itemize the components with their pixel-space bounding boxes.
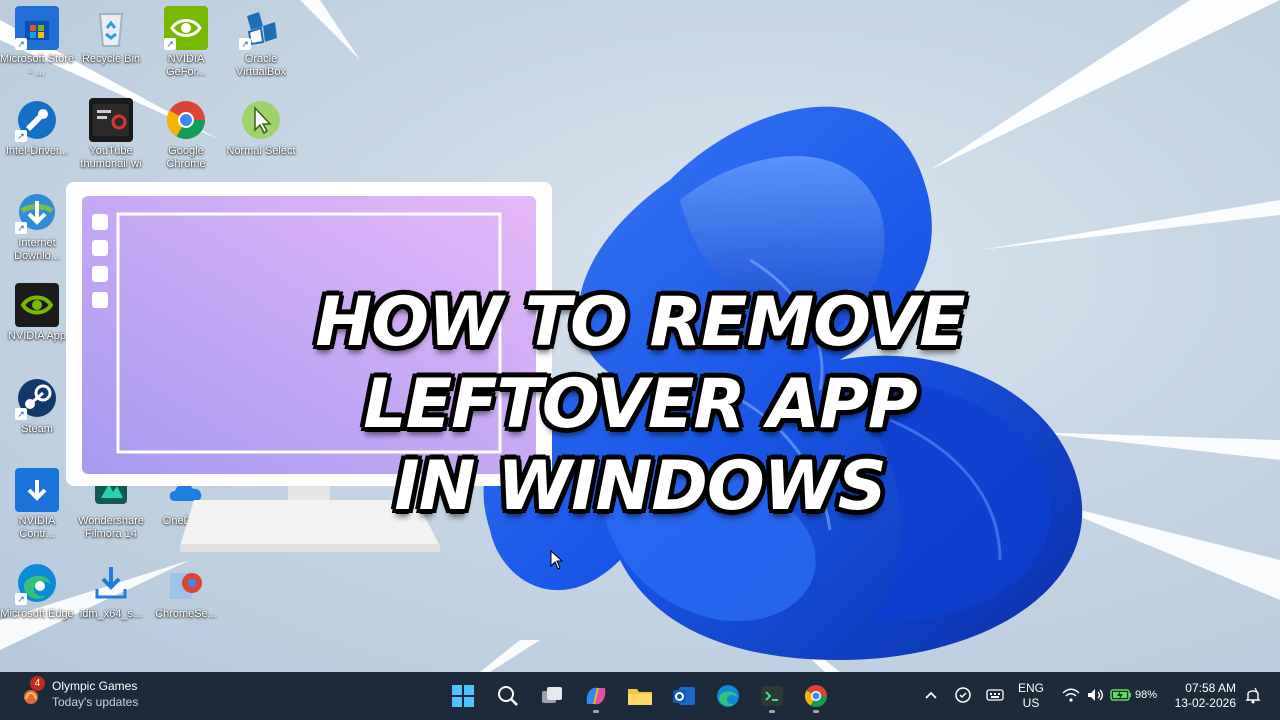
icon-label: Steam — [21, 423, 53, 435]
keyboard-icon[interactable] — [986, 687, 1004, 703]
icon-label: NVIDIA Contr... — [18, 515, 56, 540]
nvidia-app-shortcut[interactable]: NVIDIA App — [0, 283, 74, 343]
shortcut-arrow-icon: ↗ — [239, 38, 251, 50]
network-security-icon[interactable] — [954, 686, 972, 704]
icon-label: ChromeSe... — [155, 608, 217, 620]
clock[interactable]: 07:58 AM 13-02-2026 — [1172, 681, 1236, 711]
chrome-button[interactable] — [798, 678, 834, 714]
shortcut-arrow-icon: ↗ — [15, 408, 27, 420]
desktop: ↗ Microsoft Store - ... ↗ Intel-Driver..… — [0, 0, 1280, 672]
outlook-button[interactable] — [666, 678, 702, 714]
installer-download-icon — [95, 567, 127, 599]
battery-percentage: 98% — [1135, 689, 1158, 701]
notifications-bell-icon[interactable] — [1244, 686, 1262, 704]
video-title-overlay: HOW TO REMOVE LEFTOVER APP IN WINDOWS — [150, 282, 1130, 528]
chrome-setup-file[interactable]: ChromeSe... — [149, 561, 223, 621]
running-indicator — [769, 710, 775, 713]
widget-title: Olympic Games — [52, 679, 138, 693]
terminal-button[interactable] — [754, 678, 790, 714]
search-button[interactable] — [490, 678, 526, 714]
start-icon — [452, 685, 474, 707]
task-view-icon — [542, 687, 562, 703]
normal-select-cursor-file[interactable]: Normal Select — [224, 98, 298, 158]
clock-date: 13-02-2026 — [1174, 696, 1236, 710]
taskbar: 4 Olympic Games Today's updates ENG US 9… — [0, 672, 1280, 720]
nvidia-geforce-shortcut[interactable]: ↗ NVIDIA GeFor... — [149, 6, 223, 79]
icon-label: Normal Select — [226, 145, 296, 157]
cursor-file-icon — [242, 101, 280, 139]
youtube-thumbnail-file[interactable]: YouTube thumbnail wi — [74, 98, 148, 171]
edge-icon — [717, 685, 739, 707]
idm-setup-file[interactable]: idm_x64_s... — [74, 561, 148, 621]
icon-label: Google Chrome — [166, 145, 206, 170]
start-button[interactable] — [445, 678, 481, 714]
running-indicator — [813, 710, 819, 713]
file-explorer-button[interactable] — [622, 678, 658, 714]
input-language-indicator[interactable]: ENG US — [1018, 681, 1044, 711]
icon-label: Intel-Driver... — [5, 145, 69, 157]
mouse-pointer-icon — [550, 550, 564, 570]
shortcut-arrow-icon: ↗ — [15, 38, 27, 50]
title-line-2: IN WINDOWS — [394, 447, 886, 526]
icon-label: Oracle VirtualBox — [236, 53, 286, 78]
shortcut-arrow-icon: ↗ — [15, 593, 27, 605]
show-hidden-icons-chevron-icon[interactable] — [924, 689, 938, 701]
recycle-bin-shortcut[interactable]: Recycle Bin — [74, 6, 148, 66]
clock-time: 07:58 AM — [1185, 681, 1236, 695]
task-view-button[interactable] — [534, 678, 570, 714]
oracle-virtualbox-shortcut[interactable]: ↗ Oracle VirtualBox — [224, 6, 298, 79]
wifi-icon[interactable] — [1062, 687, 1080, 703]
file-explorer-icon — [628, 689, 652, 705]
chrome-icon — [805, 685, 827, 707]
copilot-button[interactable] — [578, 678, 614, 714]
widget-subtitle: Today's updates — [52, 695, 139, 709]
icon-label: NVIDIA App — [7, 330, 67, 342]
shortcut-arrow-icon: ↗ — [164, 38, 176, 50]
volume-icon[interactable] — [1086, 687, 1104, 703]
edge-button[interactable] — [710, 678, 746, 714]
notification-badge: 4 — [30, 676, 45, 691]
nvidia-control-panel-shortcut[interactable]: NVIDIA Contr... — [0, 468, 74, 541]
download-arrow-icon — [27, 480, 47, 501]
title-line-1: HOW TO REMOVE LEFTOVER APP — [315, 283, 965, 444]
icon-label: Recycle Bin — [81, 53, 141, 65]
microsoft-edge-shortcut[interactable]: ↗ Microsoft Edge — [0, 561, 74, 621]
internet-download-manager-shortcut[interactable]: ↗ Internet Downlo... — [0, 190, 74, 263]
copilot-icon — [586, 687, 606, 705]
outlook-icon — [673, 687, 695, 705]
icon-label: NVIDIA GeFor... — [166, 53, 206, 78]
widgets-button[interactable]: 4 Olympic Games Today's updates — [18, 676, 139, 710]
icon-label: YouTube thumbnail wi — [80, 145, 142, 170]
nvidia-app-icon — [20, 295, 54, 315]
search-icon — [498, 686, 518, 706]
chrome-icon — [166, 101, 205, 139]
microsoft-store-shortcut[interactable]: ↗ Microsoft Store - ... — [0, 6, 74, 79]
icon-label: Microsoft Store - ... — [0, 53, 74, 78]
terminal-icon — [761, 686, 783, 706]
icon-label: idm_x64_s... — [79, 608, 143, 620]
icon-label: Microsoft Edge — [0, 608, 74, 620]
region-code: US — [1022, 696, 1040, 710]
battery-charging-icon[interactable] — [1110, 687, 1132, 703]
shortcut-arrow-icon: ↗ — [15, 130, 27, 142]
running-indicator — [593, 710, 599, 713]
image-file-icon — [93, 104, 129, 136]
recycle-bin-icon — [98, 13, 124, 47]
google-chrome-shortcut[interactable]: Google Chrome — [149, 98, 223, 171]
shortcut-arrow-icon: ↗ — [15, 222, 27, 234]
steam-shortcut[interactable]: ↗ Steam — [0, 376, 74, 436]
chrome-setup-icon — [170, 573, 202, 599]
intel-driver-shortcut[interactable]: ↗ Intel-Driver... — [0, 98, 74, 158]
icon-label: Internet Downlo... — [14, 237, 60, 262]
language-code: ENG — [1018, 681, 1045, 695]
